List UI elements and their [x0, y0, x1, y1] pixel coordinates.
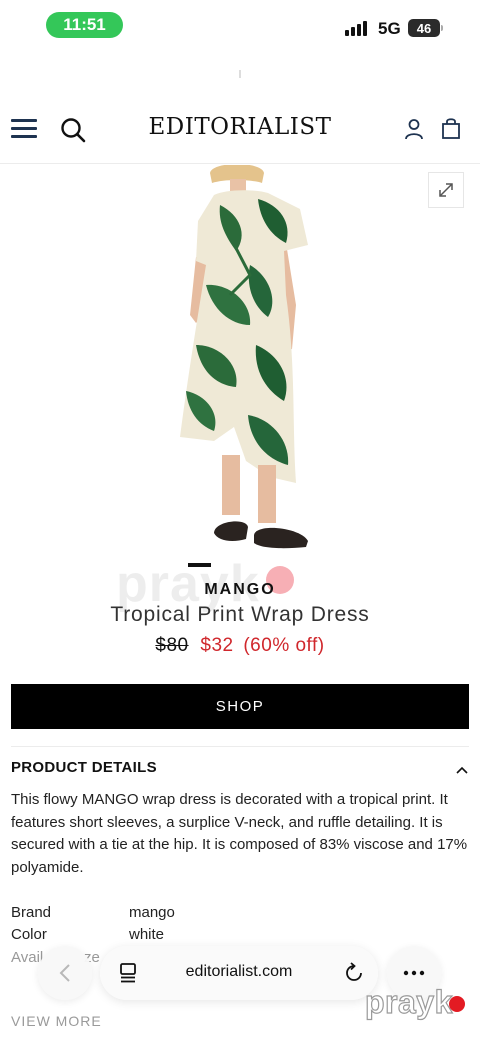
spec-value-color: white [129, 926, 165, 943]
network-type: 5G [378, 19, 401, 38]
view-more-link[interactable]: VIEW MORE [11, 1013, 102, 1029]
cellular-signal-icon [345, 20, 371, 36]
scroll-hint [239, 70, 241, 78]
status-bar: 11:51 5G 46 [0, 0, 480, 50]
product-brand[interactable]: MANGO [0, 581, 480, 599]
reload-icon[interactable] [343, 962, 365, 984]
more-dots-icon [403, 970, 425, 976]
shop-button[interactable]: SHOP [11, 684, 469, 729]
product-description: This flowy MANGO wrap dress is decorated… [11, 791, 468, 876]
product-title: Tropical Print Wrap Dress [110, 603, 370, 626]
product-image[interactable] [0, 164, 480, 565]
chevron-up-icon[interactable] [455, 762, 469, 774]
back-button[interactable] [38, 946, 92, 1000]
bag-icon[interactable] [440, 116, 462, 140]
product-details-heading[interactable]: PRODUCT DETAILS [11, 759, 157, 776]
spec-label-brand: Brand [11, 904, 52, 921]
battery-nub [441, 25, 443, 31]
original-price: $80 [155, 635, 189, 656]
divider [11, 746, 469, 747]
address-bar[interactable]: editorialist.com [100, 946, 378, 1000]
expand-image-button[interactable] [428, 172, 464, 208]
site-logo[interactable]: EDITORIALIST [140, 114, 340, 140]
chevron-left-icon [59, 964, 70, 982]
sale-price: $32 [200, 635, 234, 656]
search-icon[interactable] [60, 117, 86, 143]
watermark-dot [449, 996, 465, 1012]
address-text[interactable]: editorialist.com [100, 963, 378, 981]
expand-icon [439, 183, 453, 197]
watermark: prayk [364, 983, 453, 1020]
menu-icon[interactable] [11, 118, 37, 138]
spec-label-color: Color [11, 926, 47, 943]
site-header: EDITORIALIST [0, 96, 480, 164]
discount-label: (60% off) [243, 635, 325, 656]
dress-photo [180, 164, 308, 549]
user-icon[interactable] [403, 118, 425, 140]
status-time: 11:51 [46, 12, 123, 38]
price-row: $80 $32 (60% off) [0, 635, 480, 657]
spec-value-brand: mango [129, 904, 175, 921]
battery-icon: 46 [408, 19, 440, 37]
